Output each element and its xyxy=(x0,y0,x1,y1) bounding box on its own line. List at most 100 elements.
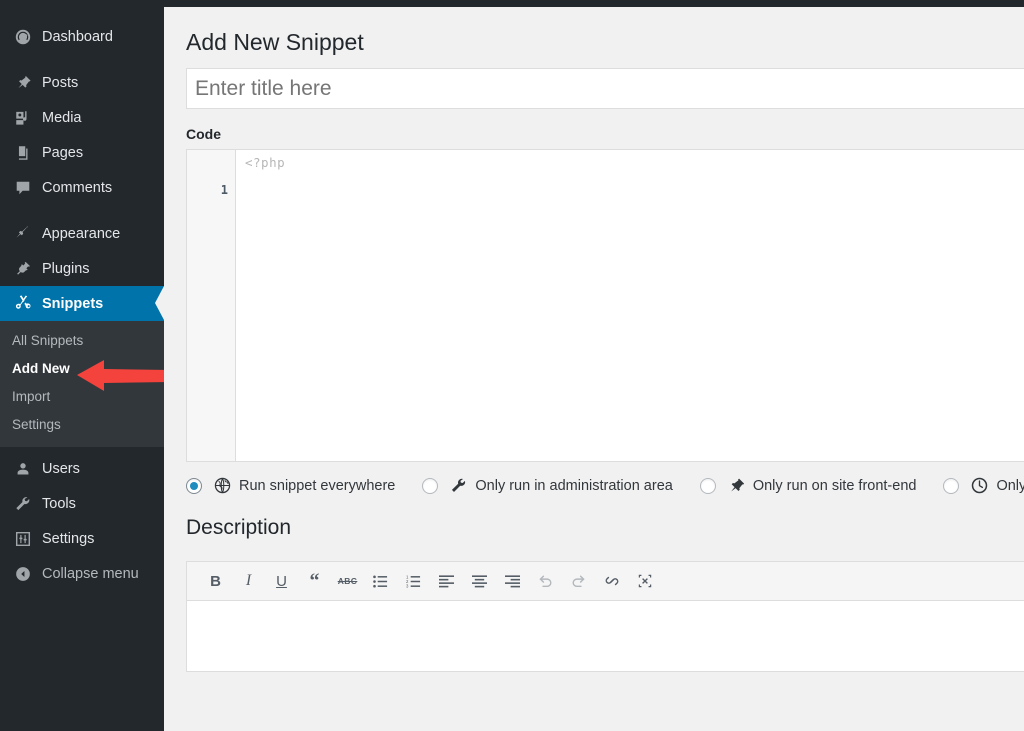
align-right-icon[interactable] xyxy=(496,566,529,596)
sidebar-item-tools[interactable]: Tools xyxy=(0,486,164,521)
sidebar-item-label: Collapse menu xyxy=(42,565,139,582)
code-content: <?php xyxy=(245,155,286,170)
submenu-item-import[interactable]: Import xyxy=(0,383,164,411)
submenu-item-settings[interactable]: Settings xyxy=(0,411,164,439)
italic-icon[interactable]: I xyxy=(232,566,265,596)
pin-icon xyxy=(725,477,747,494)
description-textarea[interactable] xyxy=(187,601,1024,671)
align-center-icon[interactable] xyxy=(463,566,496,596)
sidebar-item-plugins[interactable]: Plugins xyxy=(0,251,164,286)
scissors-icon xyxy=(10,294,36,314)
sidebar-divider xyxy=(0,205,164,216)
admin-sidebar: Dashboard Posts Media Pages Comments App… xyxy=(0,0,164,731)
blockquote-icon[interactable]: “ xyxy=(298,566,331,596)
scope-options-row: Run snippet everywhere Only run in admin… xyxy=(164,462,1024,494)
sidebar-item-label: Appearance xyxy=(42,225,121,242)
underline-icon[interactable]: U xyxy=(265,566,298,596)
submenu-item-label: All Snippets xyxy=(12,333,84,348)
wrench-icon xyxy=(447,477,469,494)
submenu-item-label: Settings xyxy=(12,417,61,432)
active-menu-notch xyxy=(155,286,164,320)
scope-label: Only run in administration area xyxy=(475,477,673,494)
sidebar-item-label: Comments xyxy=(42,179,113,196)
submenu-item-all-snippets[interactable]: All Snippets xyxy=(0,327,164,355)
bulleted-list-icon[interactable] xyxy=(364,566,397,596)
editor-toolbar: B I U “ ABC 123 xyxy=(187,562,1024,601)
wrench-icon xyxy=(10,494,36,514)
code-editor[interactable]: 1 <?php xyxy=(186,149,1024,462)
sidebar-item-posts[interactable]: Posts xyxy=(0,65,164,100)
scope-label: Only run on site front-end xyxy=(752,477,917,494)
submenu-item-label: Import xyxy=(12,389,51,404)
strikethrough-label: ABC xyxy=(337,576,358,586)
radio-run-once[interactable] xyxy=(943,477,960,494)
sidebar-item-label: Tools xyxy=(42,495,76,512)
comment-icon xyxy=(10,178,36,198)
align-left-icon[interactable] xyxy=(430,566,463,596)
radio-everywhere[interactable] xyxy=(186,477,202,494)
bold-icon[interactable]: B xyxy=(199,566,232,596)
sidebar-item-snippets[interactable]: Snippets xyxy=(0,286,164,321)
scope-label: Only run once xyxy=(996,477,1024,494)
numbered-list-icon[interactable]: 123 xyxy=(397,566,430,596)
svg-text:3: 3 xyxy=(406,583,409,588)
plug-icon xyxy=(10,259,36,279)
sidebar-divider xyxy=(0,54,164,65)
sidebar-item-appearance[interactable]: Appearance xyxy=(0,216,164,251)
pin-icon xyxy=(10,73,36,93)
title-field-wrapper xyxy=(164,57,1024,109)
blockquote-label: “ xyxy=(309,570,320,592)
brush-icon xyxy=(10,224,36,244)
line-number: 1 xyxy=(220,183,228,197)
submenu-item-add-new[interactable]: Add New xyxy=(0,355,164,383)
snippet-title-input[interactable] xyxy=(186,68,1024,109)
description-label: Description xyxy=(186,516,292,539)
clock-icon xyxy=(968,477,990,494)
italic-label: I xyxy=(245,572,252,589)
sidebar-item-users[interactable]: Users xyxy=(0,451,164,486)
main-content: Add New Snippet Code 1 <?php Run snippet… xyxy=(164,7,1024,731)
sidebar-item-settings[interactable]: Settings xyxy=(0,521,164,556)
underline-label: U xyxy=(276,572,287,590)
fullscreen-icon[interactable] xyxy=(628,566,661,596)
sliders-icon xyxy=(10,529,36,549)
sidebar-item-label: Settings xyxy=(42,530,95,547)
sidebar-item-label: Pages xyxy=(42,144,84,161)
snippets-submenu: All Snippets Add New Import Settings xyxy=(0,321,164,447)
link-icon[interactable] xyxy=(595,566,628,596)
undo-icon[interactable] xyxy=(529,566,562,596)
sidebar-item-dashboard[interactable]: Dashboard xyxy=(0,19,164,54)
scope-option-once[interactable]: Only run once xyxy=(943,477,1024,494)
code-section-label: Code xyxy=(186,126,221,142)
sidebar-item-collapse-menu[interactable]: Collapse menu xyxy=(0,556,164,591)
page-title: Add New Snippet xyxy=(186,29,364,55)
pages-icon xyxy=(10,143,36,163)
description-editor: B I U “ ABC 123 xyxy=(186,561,1024,672)
sidebar-item-label: Dashboard xyxy=(42,28,113,45)
scope-option-frontend[interactable]: Only run on site front-end xyxy=(699,477,917,494)
submenu-item-label: Add New xyxy=(12,361,70,376)
sidebar-item-label: Media xyxy=(42,109,82,126)
bold-label: B xyxy=(210,572,221,590)
sidebar-item-label: Users xyxy=(42,460,80,477)
radio-admin-area[interactable] xyxy=(422,477,439,494)
scope-option-everywhere[interactable]: Run snippet everywhere xyxy=(186,477,395,494)
user-icon xyxy=(10,459,36,479)
globe-icon xyxy=(211,477,233,494)
radio-front-end[interactable] xyxy=(699,477,716,494)
scope-label: Run snippet everywhere xyxy=(239,477,396,494)
scope-option-admin[interactable]: Only run in administration area xyxy=(422,477,673,494)
dashboard-icon xyxy=(10,27,36,47)
collapse-arrow-icon xyxy=(10,564,36,584)
redo-icon[interactable] xyxy=(562,566,595,596)
sidebar-item-label: Snippets xyxy=(42,295,104,312)
media-icon xyxy=(10,108,36,128)
sidebar-item-pages[interactable]: Pages xyxy=(0,135,164,170)
sidebar-item-label: Plugins xyxy=(42,260,90,277)
admin-screen: Dashboard Posts Media Pages Comments App… xyxy=(0,0,1024,731)
sidebar-item-comments[interactable]: Comments xyxy=(0,170,164,205)
sidebar-item-label: Posts xyxy=(42,74,79,91)
code-gutter: 1 xyxy=(187,150,236,461)
strikethrough-icon[interactable]: ABC xyxy=(331,566,364,596)
sidebar-item-media[interactable]: Media xyxy=(0,100,164,135)
